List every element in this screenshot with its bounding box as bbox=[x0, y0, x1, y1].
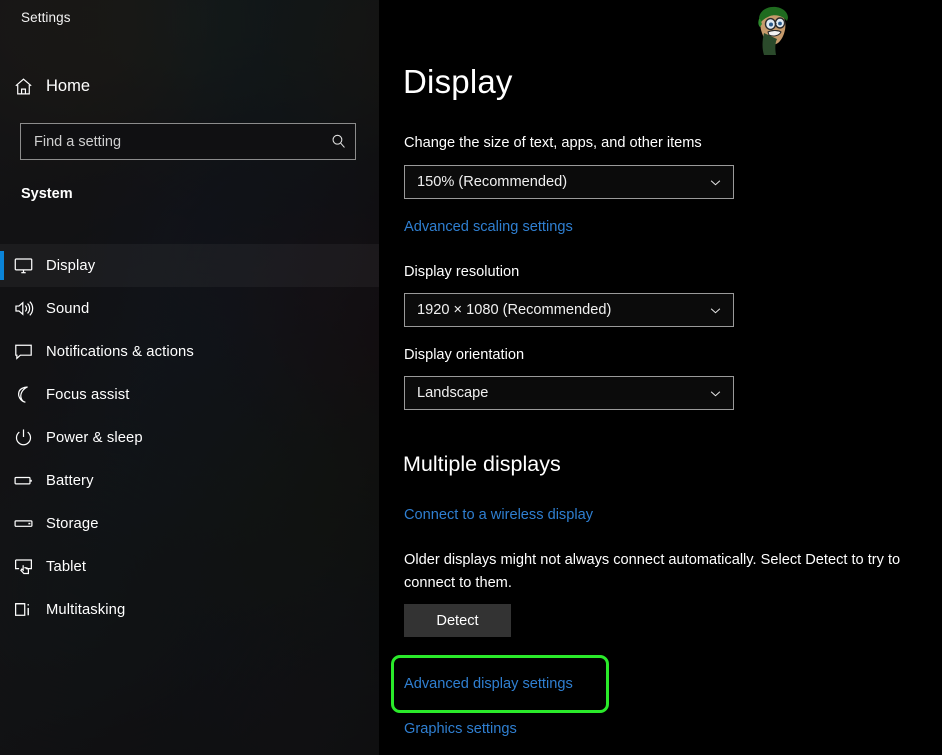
resolution-label: Display resolution bbox=[404, 264, 519, 280]
sidebar-item-label: Battery bbox=[46, 473, 94, 489]
sidebar-item-label: Sound bbox=[46, 301, 89, 317]
sidebar-group-header: System bbox=[21, 186, 73, 202]
sidebar-item-label: Storage bbox=[46, 516, 99, 532]
main-content: Display Change the size of text, apps, a… bbox=[379, 0, 942, 755]
sidebar-item-home-label: Home bbox=[46, 77, 90, 96]
sidebar-nav-list: Display Sound bbox=[0, 244, 379, 631]
chevron-down-icon bbox=[697, 175, 733, 190]
sidebar-item-power-sleep[interactable]: Power & sleep bbox=[0, 416, 379, 459]
sidebar-item-label: Display bbox=[46, 258, 95, 274]
sidebar-item-label: Focus assist bbox=[46, 387, 129, 403]
advanced-display-settings-link[interactable]: Advanced display settings bbox=[404, 676, 573, 692]
sidebar-item-label: Tablet bbox=[46, 559, 86, 575]
selection-indicator bbox=[0, 251, 4, 280]
sidebar-item-label: Notifications & actions bbox=[46, 344, 194, 360]
multiple-displays-heading: Multiple displays bbox=[403, 452, 561, 477]
drive-icon bbox=[0, 513, 46, 534]
home-icon bbox=[0, 76, 46, 97]
advanced-scaling-settings-link[interactable]: Advanced scaling settings bbox=[404, 219, 573, 235]
multiple-displays-description: Older displays might not always connect … bbox=[404, 549, 924, 594]
graphics-settings-link[interactable]: Graphics settings bbox=[404, 721, 517, 737]
sidebar: Settings Home bbox=[0, 0, 379, 755]
search-box[interactable] bbox=[20, 123, 356, 160]
tablet-touch-icon bbox=[0, 556, 46, 577]
sidebar-item-notifications[interactable]: Notifications & actions bbox=[0, 330, 379, 373]
scale-label: Change the size of text, apps, and other… bbox=[404, 135, 702, 151]
sidebar-item-tablet[interactable]: Tablet bbox=[0, 545, 379, 588]
scale-dropdown[interactable]: 150% (Recommended) bbox=[404, 165, 734, 199]
chevron-down-icon bbox=[697, 386, 733, 401]
scale-dropdown-value: 150% (Recommended) bbox=[405, 174, 697, 190]
message-icon bbox=[0, 341, 46, 362]
battery-icon bbox=[0, 470, 46, 491]
window-title: Settings bbox=[21, 10, 71, 25]
sidebar-item-focus-assist[interactable]: Focus assist bbox=[0, 373, 379, 416]
detect-button[interactable]: Detect bbox=[404, 604, 511, 637]
resolution-dropdown-value: 1920 × 1080 (Recommended) bbox=[405, 302, 697, 318]
power-icon bbox=[0, 427, 46, 448]
monitor-icon bbox=[0, 255, 46, 276]
sidebar-item-label: Multitasking bbox=[46, 602, 125, 618]
sidebar-item-home[interactable]: Home bbox=[0, 70, 379, 103]
orientation-dropdown[interactable]: Landscape bbox=[404, 376, 734, 410]
sidebar-item-sound[interactable]: Sound bbox=[0, 287, 379, 330]
avatar bbox=[748, 3, 796, 57]
sidebar-item-storage[interactable]: Storage bbox=[0, 502, 379, 545]
search-icon[interactable] bbox=[321, 133, 355, 150]
orientation-label: Display orientation bbox=[404, 347, 524, 363]
speaker-icon bbox=[0, 298, 46, 319]
multitasking-icon bbox=[0, 599, 46, 620]
search-input[interactable] bbox=[21, 124, 321, 159]
page-title: Display bbox=[403, 63, 513, 101]
sidebar-item-multitasking[interactable]: Multitasking bbox=[0, 588, 379, 631]
connect-wireless-display-link[interactable]: Connect to a wireless display bbox=[404, 507, 593, 523]
sidebar-item-battery[interactable]: Battery bbox=[0, 459, 379, 502]
moon-icon bbox=[0, 384, 46, 405]
sidebar-item-display[interactable]: Display bbox=[0, 244, 379, 287]
sidebar-item-label: Power & sleep bbox=[46, 430, 143, 446]
resolution-dropdown[interactable]: 1920 × 1080 (Recommended) bbox=[404, 293, 734, 327]
chevron-down-icon bbox=[697, 303, 733, 318]
orientation-dropdown-value: Landscape bbox=[405, 385, 697, 401]
settings-window: Settings Home bbox=[0, 0, 942, 755]
